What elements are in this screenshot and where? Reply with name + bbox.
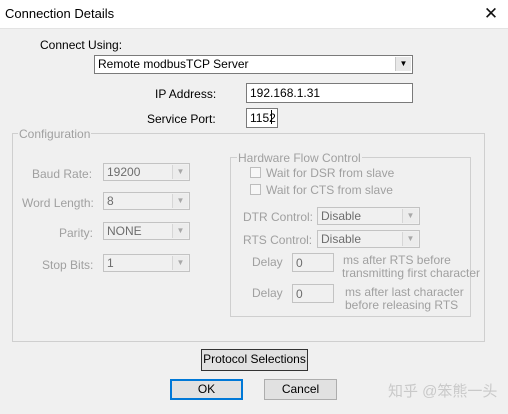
- baud-rate-value: 19200: [107, 165, 141, 179]
- window-title: Connection Details: [5, 6, 115, 21]
- service-port-field[interactable]: 1152: [246, 108, 278, 128]
- delay-last-label: Delay: [252, 286, 283, 300]
- parity-value: NONE: [107, 224, 142, 238]
- stop-bits-label: Stop Bits:: [42, 258, 94, 272]
- close-icon[interactable]: ✕: [480, 3, 502, 25]
- wait-dsr-label: Wait for DSR from slave: [266, 166, 395, 180]
- protocol-selections-button[interactable]: Protocol Selections: [201, 349, 308, 371]
- connect-using-value: Remote modbusTCP Server: [98, 57, 249, 71]
- delay-rts-value: 0: [296, 256, 303, 270]
- rts-control-label: RTS Control:: [243, 233, 313, 247]
- service-port-label: Service Port:: [147, 112, 216, 126]
- chevron-down-icon[interactable]: ▼: [172, 165, 188, 179]
- watermark-text: 知乎 @笨熊一头: [388, 383, 498, 400]
- connect-using-label: Connect Using:: [40, 38, 123, 52]
- chevron-down-icon[interactable]: ▼: [172, 194, 188, 208]
- parity-select[interactable]: NONE ▼: [103, 222, 190, 240]
- connect-using-select[interactable]: Remote modbusTCP Server ▼: [94, 55, 413, 74]
- delay-last-desc-1: ms after last character: [345, 285, 464, 299]
- ip-address-value: 192.168.1.31: [250, 86, 321, 100]
- delay-last-value: 0: [296, 287, 303, 301]
- text-caret: [271, 110, 272, 124]
- wait-cts-label: Wait for CTS from slave: [266, 183, 393, 197]
- dtr-control-value: Disable: [321, 209, 362, 223]
- ip-address-field[interactable]: 192.168.1.31: [246, 83, 413, 103]
- dtr-control-label: DTR Control:: [243, 210, 314, 224]
- parity-label: Parity:: [59, 226, 94, 240]
- stop-bits-select[interactable]: 1 ▼: [103, 254, 190, 272]
- rts-control-select[interactable]: Disable ▼: [317, 230, 420, 248]
- delay-rts-label: Delay: [252, 255, 283, 269]
- delay-rts-desc-1: ms after RTS before: [343, 253, 451, 267]
- word-length-value: 8: [107, 194, 114, 208]
- delay-rts-desc-2: transmitting first character: [342, 266, 481, 280]
- chevron-down-icon[interactable]: ▼: [172, 256, 188, 270]
- word-length-select[interactable]: 8 ▼: [103, 192, 190, 210]
- hardware-flow-title: Hardware Flow Control: [237, 151, 362, 165]
- baud-rate-select[interactable]: 19200 ▼: [103, 163, 190, 181]
- delay-last-field[interactable]: 0: [292, 284, 334, 303]
- chevron-down-icon[interactable]: ▼: [395, 57, 411, 71]
- rts-control-value: Disable: [321, 232, 362, 246]
- stop-bits-value: 1: [107, 256, 114, 270]
- ip-address-label: IP Address:: [155, 87, 217, 101]
- configuration-title: Configuration: [18, 127, 92, 141]
- baud-rate-label: Baud Rate:: [32, 167, 93, 181]
- cancel-button[interactable]: Cancel: [264, 379, 337, 400]
- wait-dsr-checkbox[interactable]: [250, 167, 261, 178]
- word-length-label: Word Length:: [22, 196, 94, 210]
- wait-cts-checkbox[interactable]: [250, 184, 261, 195]
- chevron-down-icon[interactable]: ▼: [402, 232, 418, 246]
- delay-rts-field[interactable]: 0: [292, 253, 334, 272]
- chevron-down-icon[interactable]: ▼: [172, 224, 188, 238]
- ok-button[interactable]: OK: [170, 379, 243, 400]
- dtr-control-select[interactable]: Disable ▼: [317, 207, 420, 225]
- chevron-down-icon[interactable]: ▼: [402, 209, 418, 223]
- delay-last-desc-2: before releasing RTS: [345, 298, 459, 312]
